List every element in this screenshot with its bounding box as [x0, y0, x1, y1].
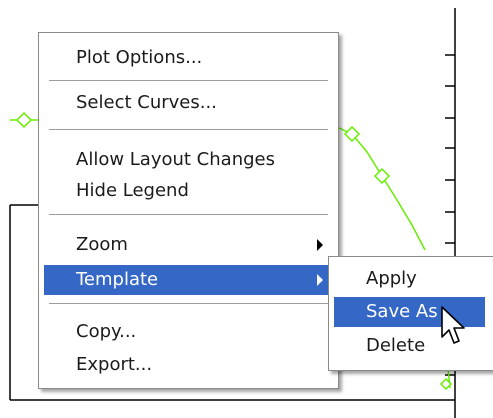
menu-separator [49, 214, 328, 216]
menu-item-label: Hide Legend [76, 180, 189, 201]
chevron-right-icon [317, 239, 323, 251]
menu-item-select-curves[interactable]: Select Curves... [44, 88, 333, 118]
menu-item-label: Allow Layout Changes [76, 149, 275, 170]
menu-item-allow-layout-changes[interactable]: Allow Layout Changes [44, 145, 333, 175]
menu-item-label: Template [76, 269, 159, 290]
diamond-marker-icon [15, 111, 33, 129]
menu-item-hide-legend[interactable]: Hide Legend [44, 176, 333, 206]
submenu-item-label: Save As [366, 301, 438, 322]
menu-item-label: Plot Options... [76, 47, 203, 68]
submenu-item-label: Delete [366, 335, 426, 356]
mouse-pointer-icon [441, 306, 465, 344]
menu-item-label: Copy... [76, 321, 137, 342]
menu-item-plot-options[interactable]: Plot Options... [44, 43, 333, 73]
menu-item-zoom[interactable]: Zoom [44, 230, 333, 260]
menu-separator [49, 303, 328, 305]
menu-separator [49, 80, 328, 82]
diamond-marker-icon [373, 167, 391, 185]
menu-item-label: Export... [76, 354, 153, 375]
menu-item-label: Zoom [76, 234, 128, 255]
menu-separator [49, 129, 328, 131]
menu-item-label: Select Curves... [76, 92, 217, 113]
menu-item-copy[interactable]: Copy... [44, 317, 333, 347]
menu-item-export[interactable]: Export... [44, 350, 333, 380]
chevron-right-icon [317, 274, 323, 286]
submenu-item-label: Apply [366, 268, 417, 289]
context-menu: Plot Options... Select Curves... Allow L… [38, 32, 339, 389]
submenu-item-apply[interactable]: Apply [334, 264, 485, 294]
menu-item-template[interactable]: Template [44, 265, 333, 295]
